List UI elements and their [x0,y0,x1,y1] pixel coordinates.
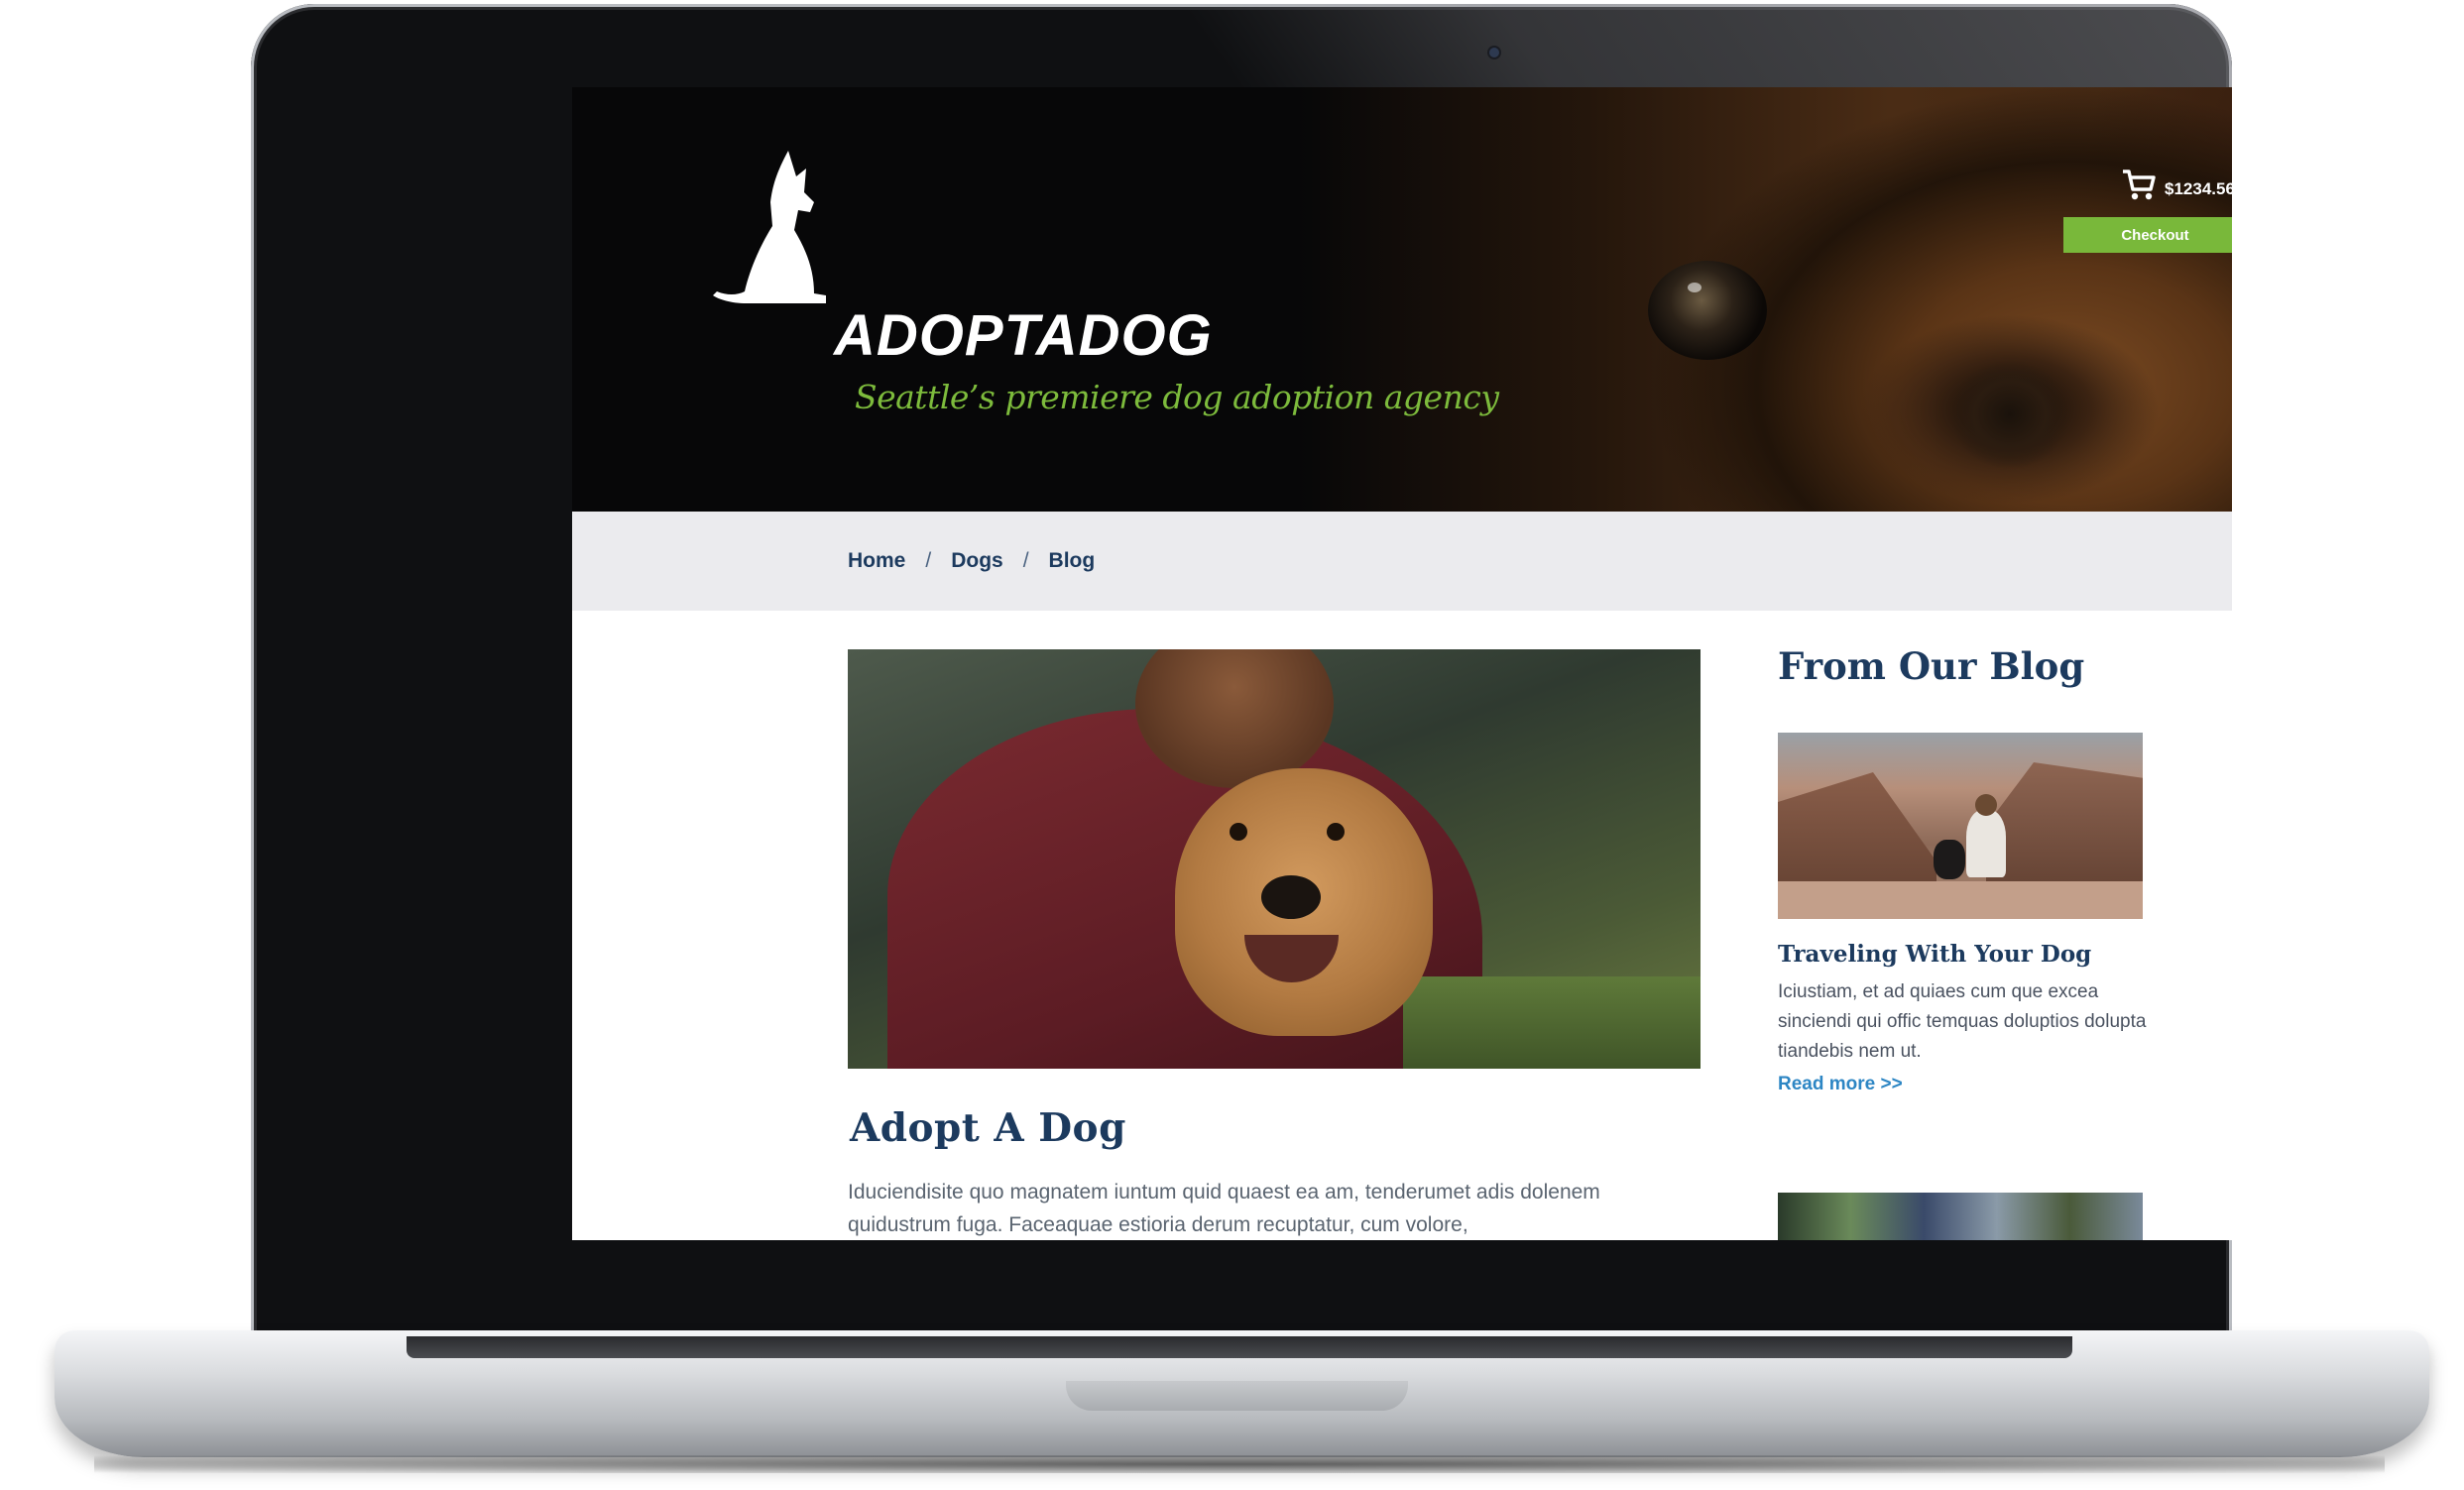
blog-post-image[interactable] [1778,733,2143,919]
brand-name: ADOPTADOG [834,303,1213,368]
laptop-lid: ADOPTADOG Seattle’s premiere dog adoptio… [251,4,2232,1347]
dog-silhouette-icon [713,151,826,303]
laptop-shadow [94,1455,2385,1473]
breadcrumb-separator: / [925,549,932,572]
breadcrumb-home[interactable]: Home [848,549,905,573]
blog-post-image[interactable] [1778,1193,2143,1240]
cart-summary[interactable]: $1234.56 [2121,166,2232,205]
laptop-lid-notch [1066,1381,1408,1411]
blog-post-title[interactable]: Traveling With Your Dog [1778,941,2091,968]
photo-dog-eye [1230,823,1247,841]
cart-icon [2123,170,2156,200]
breadcrumb-separator: / [1022,549,1029,572]
photo-person [1966,810,2006,877]
article-body: Iduciendisite quo magnatem iuntum quid q… [848,1181,1600,1236]
site-header: ADOPTADOG Seattle’s premiere dog adoptio… [572,87,2232,512]
laptop-hinge [407,1336,2072,1358]
sidebar-title: From Our Blog [1778,644,2085,688]
website-screen: ADOPTADOG Seattle’s premiere dog adoptio… [572,87,2232,1240]
breadcrumb: Home / Dogs / Blog [848,549,1095,573]
dog-eye [1648,261,1767,360]
cart-total: $1234.56 [2165,179,2232,198]
read-more-link[interactable]: Read more >> [1778,1074,1903,1095]
photo-person-head [1975,794,1997,816]
dog-eye-glint [1688,283,1701,292]
article-title: Adopt A Dog [850,1105,1126,1151]
photo-dog-eye [1327,823,1345,841]
photo-ledge [1778,881,2143,919]
tagline: Seattle’s premiere dog adoption agency [855,378,1499,416]
logo-link[interactable]: ADOPTADOG Seattle’s premiere dog adoptio… [711,147,1499,424]
breadcrumb-blog[interactable]: Blog [1049,549,1096,573]
photo-grass [1403,976,1701,1069]
article-hero-image [848,649,1701,1069]
photo-dog [1934,840,1965,879]
checkout-button[interactable]: Checkout [2063,217,2232,253]
photo-dog-nose [1261,875,1321,919]
breadcrumb-bar: Home / Dogs / Blog [572,512,2232,611]
webcam [1489,48,1499,57]
breadcrumb-dogs[interactable]: Dogs [951,549,1003,573]
blog-post-excerpt: Iciustiam, et ad quiaes cum que excea si… [1778,981,2147,1062]
